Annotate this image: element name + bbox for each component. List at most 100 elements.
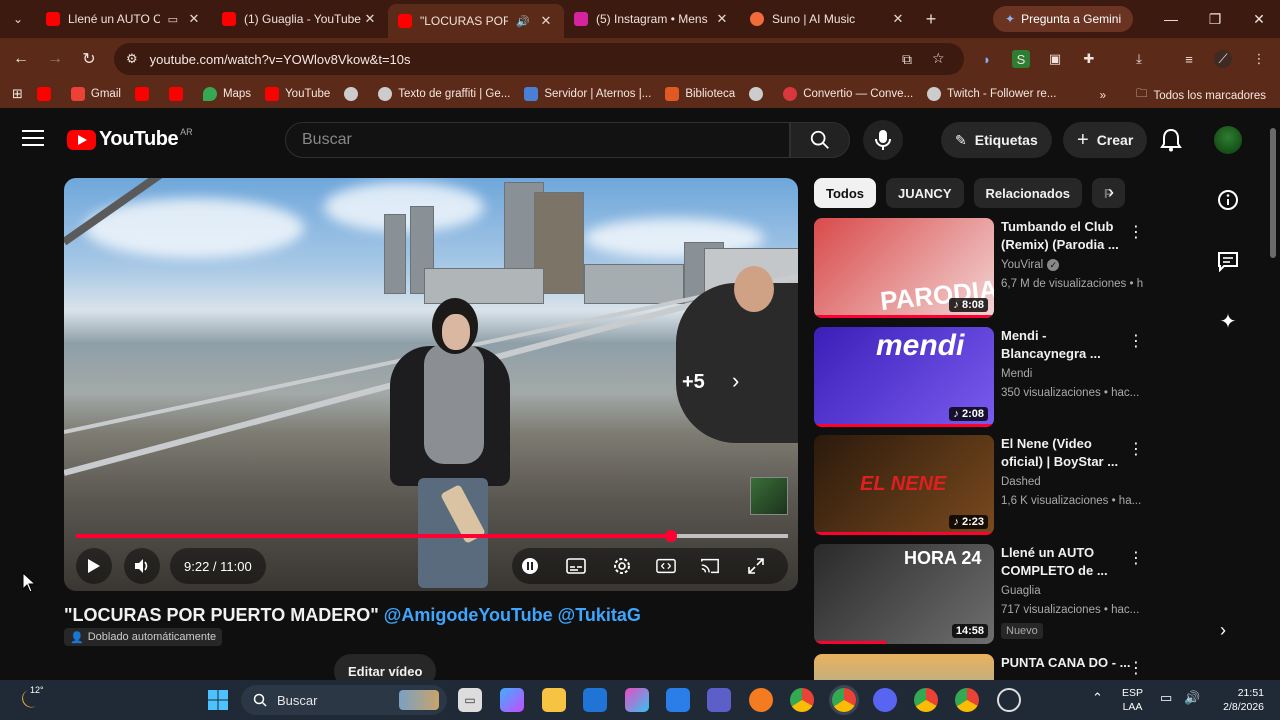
bookmark-item[interactable]: Servidor | Aternos |... [524,87,651,101]
discord-icon[interactable] [873,688,897,712]
m365-icon[interactable] [625,688,649,712]
video-thumbnail[interactable] [814,654,994,680]
clock[interactable]: 21:51 2/8/2026 [1212,686,1264,714]
back-arrow-icon[interactable]: ← [4,50,38,68]
bookmark-item[interactable] [36,87,57,101]
channel-name[interactable]: Guaglia [1001,585,1041,597]
browser-tab-3[interactable]: (5) Instagram • Mens ✕ [564,0,740,38]
copilot-icon[interactable] [500,688,524,712]
new-tab-button[interactable]: + [916,9,946,30]
file-explorer-icon[interactable] [542,688,566,712]
bookmark-item[interactable]: Biblioteca [665,87,735,101]
fullscreen-icon[interactable] [746,556,766,576]
close-window-button[interactable]: ✕ [1238,0,1280,38]
close-tab-icon[interactable]: ✕ [362,11,378,27]
taskbar-search[interactable]: Buscar [241,685,447,715]
more-actions-icon[interactable]: ⋮ [1128,548,1144,568]
scrollbar-thumb[interactable] [1270,128,1276,258]
recommendation-title[interactable]: Mendi - Blancaynegra ... [1001,327,1131,363]
page-scrollbar[interactable] [1266,108,1280,720]
close-tab-icon[interactable]: ✕ [538,13,554,29]
mute-button[interactable] [124,548,160,584]
close-tab-icon[interactable]: ✕ [890,11,906,27]
close-tab-icon[interactable]: ✕ [186,11,202,27]
store-icon[interactable] [666,688,690,712]
all-bookmarks-label[interactable]: Todos los marcadores [1154,90,1267,102]
play-button[interactable] [76,548,112,584]
chrome-active-icon[interactable] [832,688,856,712]
downloads-icon[interactable]: ⤓ [1130,50,1148,68]
more-bookmarks-icon[interactable]: » [1100,90,1106,102]
video-thumbnail[interactable]: HORA 24 14:58 [814,544,994,644]
video-thumbnail[interactable]: mendi ♪ 2:08 [814,327,994,427]
site-info-icon[interactable]: ⚙ [126,51,138,67]
theater-mode-icon[interactable] [656,556,676,576]
bookmark-item[interactable] [344,87,364,101]
clock-app-icon[interactable] [997,688,1021,712]
video-thumbnail[interactable]: EL NENE ♪ 2:23 [814,435,994,535]
ai-sparkle-icon[interactable]: ✦ [1216,309,1240,333]
video-player[interactable]: +5 › 9:22 / 11:00 [64,178,798,591]
recommendation-title[interactable]: El Nene (Video oficial) | BoyStar ... [1001,435,1131,471]
more-actions-icon[interactable]: ⋮ [1128,331,1144,351]
channel-watermark[interactable] [750,477,788,515]
channel-name[interactable]: Mendi [1001,368,1032,380]
bookmark-item[interactable]: Twitch - Follower re... [927,87,1056,101]
channel-name[interactable]: YouViral ✓ [1001,259,1060,271]
app-icon[interactable] [749,688,773,712]
more-actions-icon[interactable]: ⋮ [1128,658,1144,678]
tags-button[interactable]: ✎ Etiquetas [941,122,1052,158]
channel-name[interactable]: Dashed [1001,476,1041,488]
browser-tab-4[interactable]: Suno | AI Music ✕ [740,0,916,38]
language-indicator[interactable]: ESP LAA [1122,686,1143,714]
show-hidden-icons-chevron-icon[interactable]: ⌃ [1092,691,1103,705]
youtube-logo[interactable]: YouTube AR [67,127,193,151]
chevron-right-icon[interactable]: › [1220,620,1226,641]
outlook-icon[interactable] [583,688,607,712]
chrome-icon[interactable] [914,688,938,712]
recommendation-title[interactable]: Llené un AUTO COMPLETO de ... [1001,544,1131,580]
bookmark-item[interactable]: Convertio — Conve... [783,87,913,101]
maximize-window-button[interactable]: ❐ [1194,0,1236,38]
autoplay-toggle-icon[interactable] [520,556,540,576]
extension-box-icon[interactable]: ▣ [1046,50,1064,68]
browser-tab-0[interactable]: Llené un AUTO CO ▭ ✕ [36,0,212,38]
close-tab-icon[interactable]: ✕ [714,11,730,27]
bookmark-item[interactable]: YouTube [265,87,330,101]
chip-all[interactable]: Todos [814,178,877,208]
weather-widget[interactable]: 12° [18,685,46,714]
settings-gear-icon[interactable] [612,556,632,576]
tab-search-chevron-icon[interactable]: ⌄ [0,0,36,38]
subtitles-icon[interactable] [566,556,586,576]
install-app-icon[interactable]: ⧉ [902,51,912,68]
bookmark-star-icon[interactable]: ☆ [932,50,945,67]
chrome-icon[interactable] [790,688,814,712]
network-icon[interactable]: ▭ [1160,691,1172,705]
chrome-icon[interactable] [955,688,979,712]
extension-icon[interactable]: ◗ [978,50,996,68]
bookmark-item[interactable] [749,87,769,101]
recommendation-item[interactable]: PARODIA ♪ 8:08 Tumbando el Club (Remix) … [814,218,1154,318]
more-actions-icon[interactable]: ⋮ [1128,222,1144,242]
recommendation-item[interactable]: PUNTA CANA DO - ... ⋮ [814,654,1154,680]
chip-juancy[interactable]: JUANCY [886,178,964,208]
more-actions-icon[interactable]: ⋮ [1128,439,1144,459]
more-videos-count[interactable]: +5 [682,371,705,394]
scrubber-handle[interactable] [665,530,678,542]
info-icon[interactable] [1216,188,1240,212]
cast-icon[interactable] [700,556,720,576]
progress-bar[interactable] [76,530,788,542]
create-button[interactable]: + Crear [1063,122,1148,158]
extensions-puzzle-icon[interactable]: ✚ [1080,50,1098,68]
profile-icon[interactable]: ⟋ [1214,50,1232,68]
guide-menu-icon[interactable] [22,130,44,148]
notifications-bell-icon[interactable] [1160,128,1182,157]
chat-comments-icon[interactable] [1216,249,1240,273]
apps-grid-icon[interactable]: ⊞ [12,86,23,102]
recommendation-title[interactable]: Tumbando el Club (Remix) (Parodia ... [1001,218,1131,254]
extension-s-icon[interactable]: S [1012,50,1030,68]
task-view-icon[interactable]: ▭ [458,688,482,712]
browser-tab-1[interactable]: (1) Guaglia - YouTube ✕ [212,0,388,38]
address-bar[interactable]: ⚙ youtube.com/watch?v=YOWlov8Vkow&t=10s [114,43,964,75]
windows-start-icon[interactable] [206,688,230,712]
